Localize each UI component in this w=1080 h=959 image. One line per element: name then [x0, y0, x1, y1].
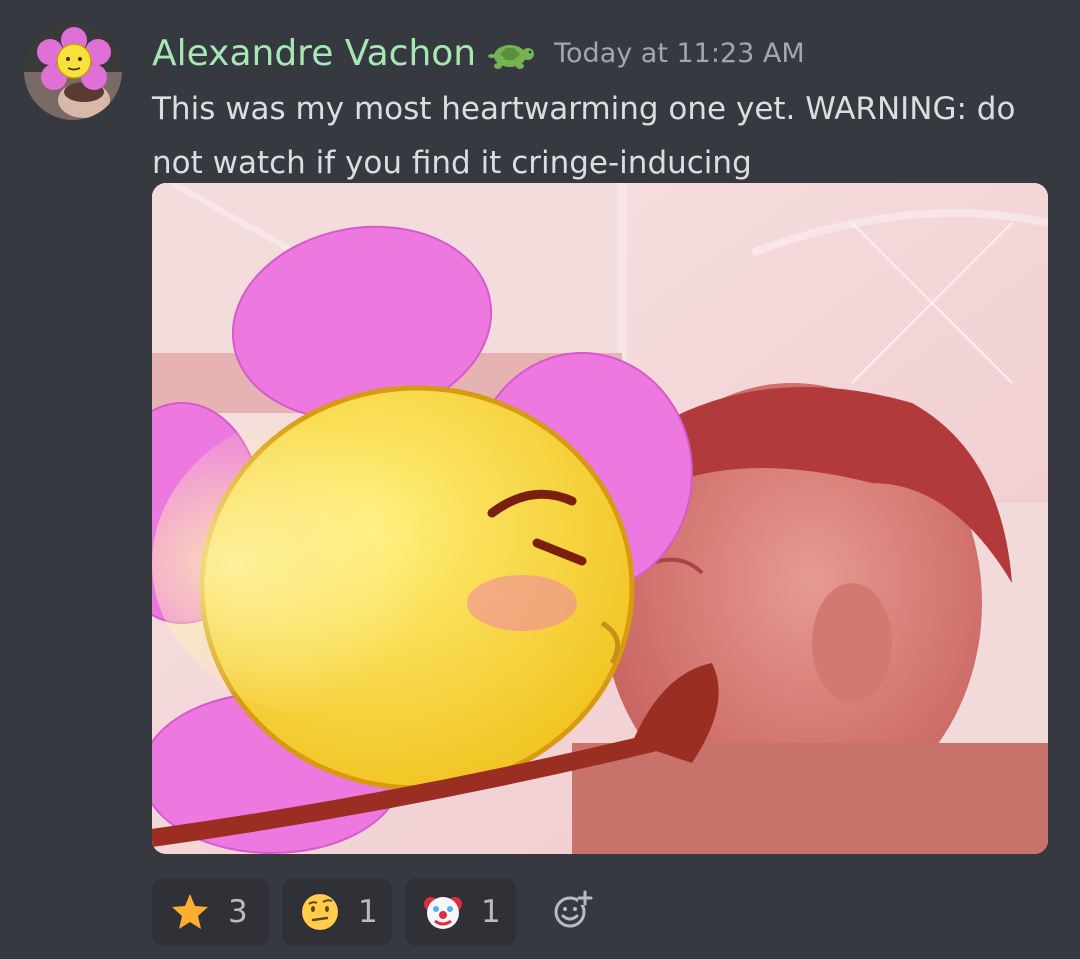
timestamp: Today at 11:23 AM: [554, 38, 805, 69]
reaction-count: 1: [358, 894, 378, 930]
username[interactable]: Alexandre Vachon: [152, 28, 476, 80]
add-reaction-icon: [552, 889, 594, 935]
reaction-count: 3: [228, 894, 248, 930]
star-icon: [170, 892, 210, 932]
face-with-raised-eyebrow-icon: [300, 892, 340, 932]
reaction-count: 1: [481, 894, 501, 930]
attachment-image: [152, 183, 1048, 854]
avatar[interactable]: [24, 22, 122, 120]
reactions-bar: 3 1 1: [152, 878, 603, 946]
message-text: This was my most heartwarming one yet. W…: [152, 91, 1016, 181]
add-reaction-button[interactable]: [543, 882, 603, 942]
avatar-image: [24, 22, 122, 120]
turtle-icon: [486, 36, 536, 72]
message-header: Alexandre Vachon Today at 11:23 AM: [152, 28, 805, 80]
reaction-clown[interactable]: 1: [405, 878, 516, 946]
image-attachment[interactable]: [152, 183, 1048, 854]
clown-face-icon: [423, 892, 463, 932]
reaction-star[interactable]: 3: [152, 878, 269, 946]
reaction-raised-eyebrow[interactable]: 1: [282, 878, 392, 946]
chat-message: Alexandre Vachon Today at 11:23 AM This …: [0, 0, 1080, 959]
